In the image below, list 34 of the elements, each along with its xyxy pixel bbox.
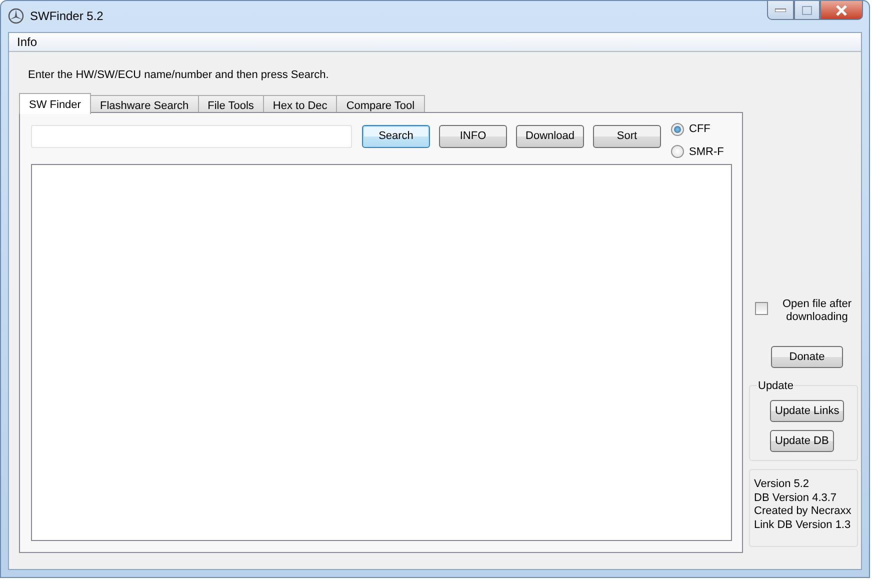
- group-title: Update: [757, 378, 794, 394]
- action-button[interactable]: Sort: [593, 125, 661, 148]
- tab[interactable]: File Tools: [198, 95, 264, 113]
- update-button[interactable]: Update DB: [770, 430, 834, 452]
- minimize-button[interactable]: [767, 1, 794, 20]
- info-line: DB Version 4.3.7: [754, 492, 837, 505]
- radio-label: SMR-F: [689, 144, 724, 160]
- donate-button[interactable]: Donate: [771, 346, 843, 368]
- maximize-icon: [802, 6, 812, 14]
- close-button[interactable]: [820, 1, 863, 20]
- radio-label: CFF: [689, 122, 710, 137]
- action-button[interactable]: Search: [362, 125, 430, 148]
- star-logo-icon: [8, 8, 24, 24]
- menu-item[interactable]: Info: [16, 33, 38, 51]
- maximize-button[interactable]: [794, 1, 820, 20]
- tab[interactable]: SW Finder: [19, 93, 91, 114]
- checkbox[interactable]: [755, 302, 768, 315]
- window-title: SWFinder 5.2: [30, 8, 104, 25]
- instruction-text: Enter the HW/SW/ECU name/number and then press Search.: [28, 68, 329, 83]
- close-icon: [835, 4, 848, 16]
- update-button[interactable]: Update Links: [770, 400, 844, 422]
- info-line: Version 5.2: [754, 478, 810, 492]
- info-line: Created by Necraxx: [754, 505, 852, 518]
- radio-button[interactable]: [671, 145, 684, 158]
- tab[interactable]: Flashware Search: [90, 95, 199, 113]
- action-button[interactable]: INFO: [439, 125, 507, 148]
- tab[interactable]: Compare Tool: [336, 95, 425, 113]
- info-line: Link DB Version 1.3: [754, 518, 851, 532]
- search-field[interactable]: [31, 125, 352, 148]
- minimize-icon: [775, 8, 786, 12]
- checkbox-label: Open file after downloading: [781, 298, 853, 324]
- radio-button[interactable]: [671, 122, 684, 136]
- tab[interactable]: Hex to Dec: [262, 95, 338, 113]
- action-button[interactable]: Download: [516, 125, 584, 148]
